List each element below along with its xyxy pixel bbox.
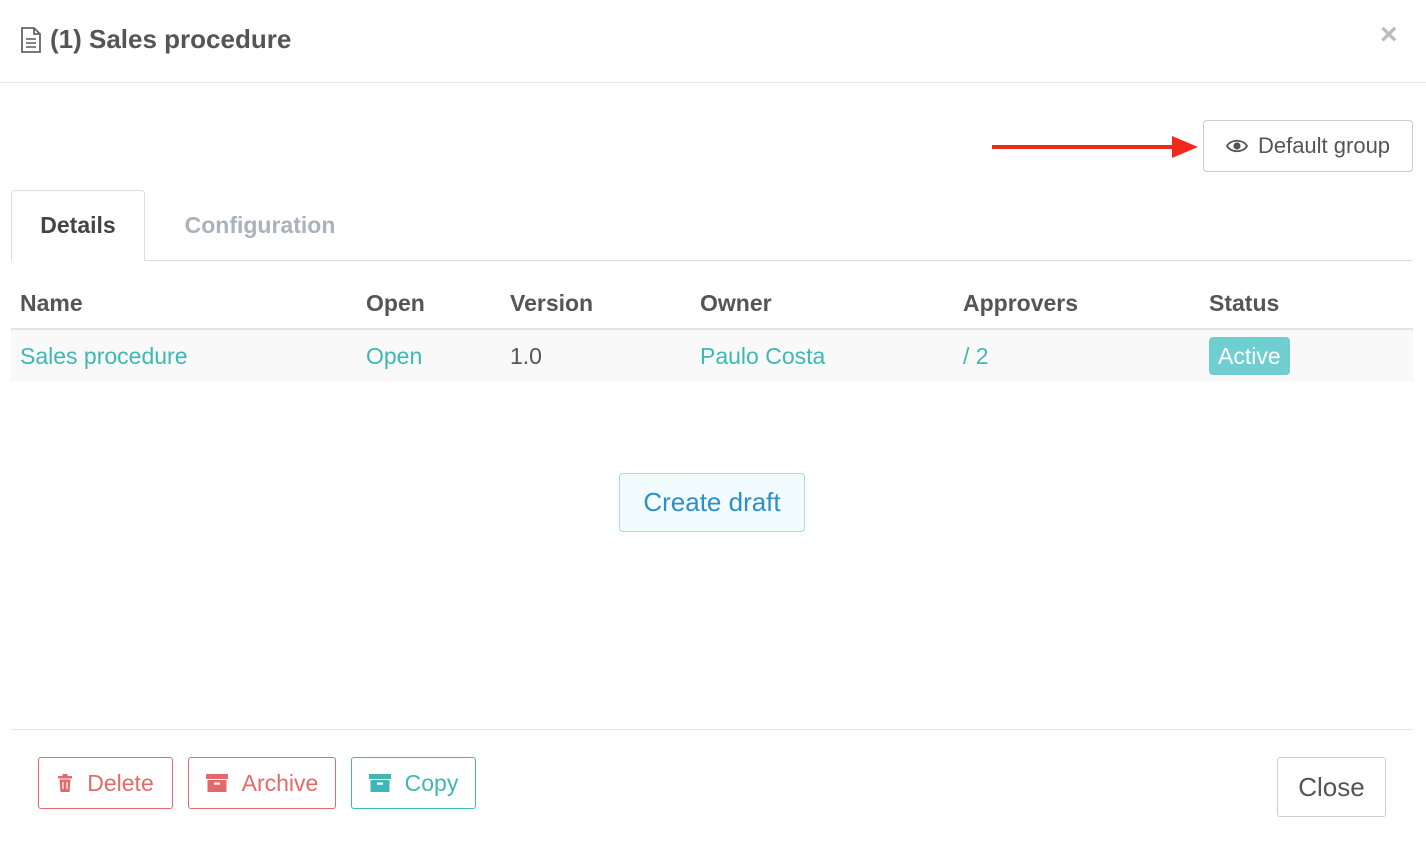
cell-open-link[interactable]: Open bbox=[366, 343, 422, 370]
trash-icon bbox=[58, 774, 73, 792]
table-row: Sales procedure Open 1.0 Paulo Costa / 2… bbox=[11, 330, 1413, 382]
archive-box-icon bbox=[368, 774, 391, 792]
column-header-name: Name bbox=[20, 290, 83, 316]
archive-button[interactable]: Archive bbox=[188, 757, 336, 809]
column-header-owner: Owner bbox=[700, 290, 772, 316]
tab-configuration[interactable]: Configuration bbox=[155, 190, 365, 261]
copy-button[interactable]: Copy bbox=[351, 757, 476, 809]
annotation-arrow bbox=[992, 136, 1198, 158]
tab-details[interactable]: Details bbox=[11, 190, 145, 261]
column-header-open: Open bbox=[366, 290, 425, 316]
versions-table: Name Open Version Owner Approvers Status… bbox=[11, 280, 1413, 382]
tab-bar: Details Configuration bbox=[11, 190, 1413, 261]
column-header-approvers: Approvers bbox=[963, 290, 1079, 316]
modal-title: (1) Sales procedure bbox=[50, 24, 292, 54]
close-button[interactable]: Close bbox=[1277, 757, 1386, 817]
default-group-label: Default group bbox=[1257, 133, 1391, 158]
close-icon[interactable]: × bbox=[1380, 18, 1398, 52]
create-draft-button[interactable]: Create draft bbox=[619, 473, 805, 532]
column-header-status: Status bbox=[1209, 290, 1280, 316]
table-header: Name Open Version Owner Approvers Status bbox=[11, 280, 1413, 330]
copy-label: Copy bbox=[404, 769, 459, 796]
archive-label: Archive bbox=[241, 769, 319, 796]
cell-name-link[interactable]: Sales procedure bbox=[20, 343, 188, 370]
cell-owner-link[interactable]: Paulo Costa bbox=[700, 343, 825, 370]
column-header-version: Version bbox=[510, 290, 594, 316]
cell-approvers-link[interactable]: / 2 bbox=[963, 343, 989, 370]
document-icon bbox=[21, 27, 41, 53]
eye-icon bbox=[1225, 139, 1248, 153]
delete-label: Delete bbox=[87, 769, 154, 796]
modal-header: (1) Sales procedure × bbox=[0, 0, 1426, 83]
archive-icon bbox=[205, 774, 228, 792]
default-group-button[interactable]: Default group bbox=[1203, 120, 1413, 172]
footer-divider bbox=[11, 729, 1413, 730]
cell-version: 1.0 bbox=[510, 343, 542, 369]
status-badge: Active bbox=[1209, 337, 1290, 375]
delete-button[interactable]: Delete bbox=[38, 757, 173, 809]
